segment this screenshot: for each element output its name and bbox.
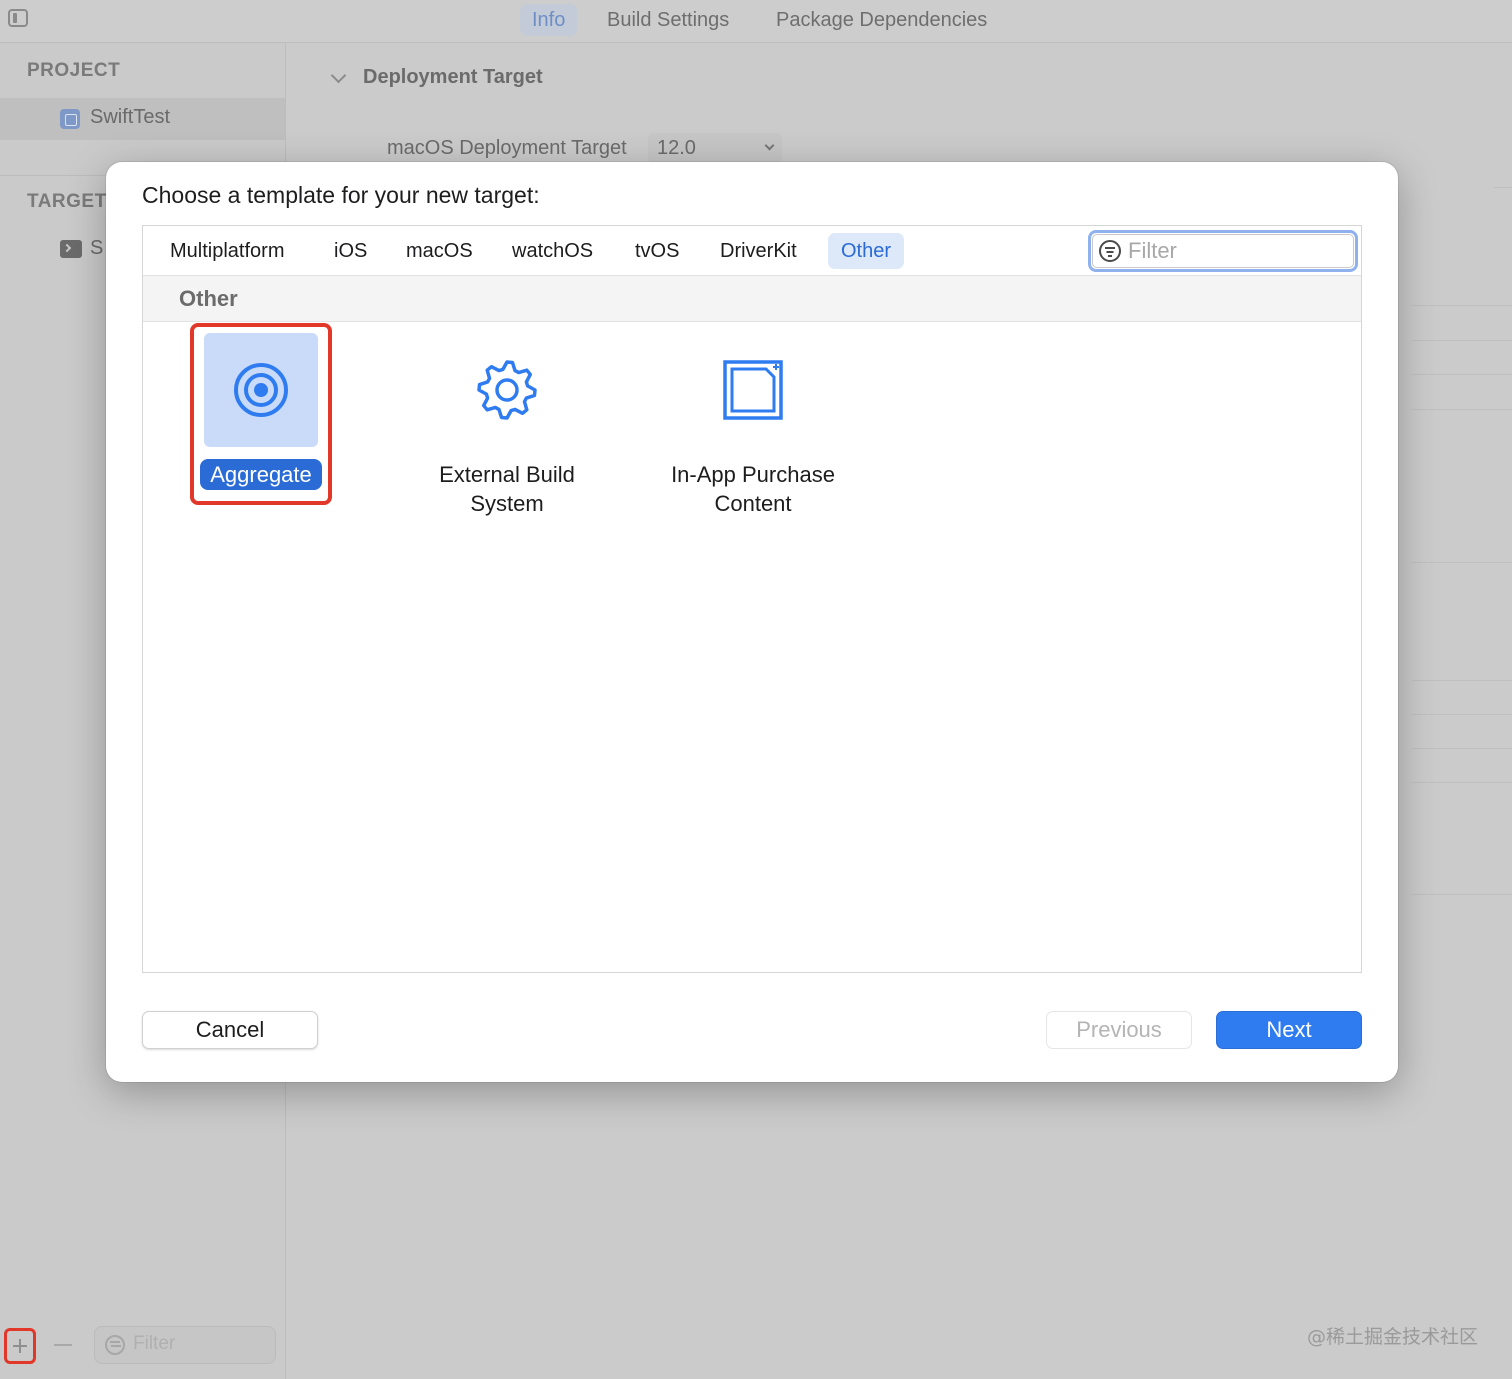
divider (1412, 340, 1512, 341)
platform-tab-tvos[interactable]: tvOS (622, 233, 692, 269)
selection-highlight-outline (190, 323, 332, 505)
platform-tab-macos[interactable]: macOS (393, 233, 486, 269)
targets-section-header: TARGET (27, 191, 107, 212)
new-target-dialog: Choose a template for your new target: M… (106, 162, 1398, 1082)
group-header-label: Other (179, 286, 238, 311)
project-name: SwiftTest (90, 106, 171, 128)
filter-icon (105, 1335, 125, 1355)
divider (1412, 782, 1512, 783)
divider (1412, 409, 1512, 410)
divider (1412, 748, 1512, 749)
platform-tab-ios[interactable]: iOS (321, 233, 380, 269)
template-icon-tile (450, 333, 564, 447)
filter-icon (1099, 240, 1121, 262)
platform-tab-multiplatform[interactable]: Multiplatform (157, 233, 297, 269)
project-row[interactable]: SwiftTest (0, 98, 285, 140)
template-chooser: Multiplatform iOS macOS watchOS tvOS Dri… (142, 225, 1362, 973)
tab-package-dependencies[interactable]: Package Dependencies (764, 4, 999, 36)
in-app-purchase-icon (723, 360, 783, 420)
template-label: In-App Purchase Content (671, 462, 835, 516)
add-target-button[interactable] (4, 1328, 36, 1364)
template-label: External Build System (439, 462, 575, 516)
navigator-filter-field[interactable]: Filter (94, 1326, 276, 1364)
project-section-header: PROJECT (27, 60, 121, 81)
gear-icon (477, 360, 537, 420)
dialog-title: Choose a template for your new target: (142, 182, 540, 208)
navigator-filter-placeholder: Filter (133, 1333, 176, 1354)
template-group-header: Other (143, 276, 1361, 322)
deployment-target-value: 12.0 (657, 137, 696, 159)
deployment-section-title: Deployment Target (363, 66, 543, 88)
platform-tab-watchos[interactable]: watchOS (499, 233, 606, 269)
target-name[interactable]: S (90, 237, 103, 260)
project-app-icon (60, 109, 80, 129)
platform-tab-driverkit[interactable]: DriverKit (707, 233, 810, 269)
watermark-text: @稀土掘金技术社区 (1306, 1326, 1478, 1348)
tab-info[interactable]: Info (520, 4, 578, 36)
terminal-target-icon (60, 240, 82, 258)
divider (1412, 374, 1512, 375)
sidebar-toggle-icon[interactable] (8, 9, 28, 27)
divider (1412, 714, 1512, 715)
divider (1412, 305, 1512, 306)
editor-toolbar: Info Build Settings Package Dependencies (0, 0, 1512, 43)
cancel-button[interactable]: Cancel (142, 1011, 318, 1049)
remove-target-button[interactable] (54, 1344, 72, 1346)
divider (1412, 680, 1512, 681)
platform-tab-bar: Multiplatform iOS macOS watchOS tvOS Dri… (143, 226, 1361, 276)
tab-build-settings[interactable]: Build Settings (595, 4, 741, 36)
navigator-bottom-bar: Filter (0, 1326, 285, 1366)
platform-tab-other[interactable]: Other (828, 233, 905, 269)
deployment-target-label: macOS Deployment Target (387, 137, 627, 159)
divider (1494, 187, 1512, 188)
template-filter-field[interactable] (1088, 230, 1358, 272)
divider (1412, 562, 1512, 563)
next-button[interactable]: Next (1216, 1011, 1362, 1049)
template-external-build-system[interactable]: External Build System (407, 333, 607, 519)
divider (1412, 894, 1512, 895)
template-icon-tile (696, 333, 810, 447)
template-in-app-purchase-content[interactable]: In-App Purchase Content (653, 333, 853, 519)
template-filter-input[interactable] (1128, 236, 1348, 266)
previous-button[interactable]: Previous (1046, 1011, 1192, 1049)
